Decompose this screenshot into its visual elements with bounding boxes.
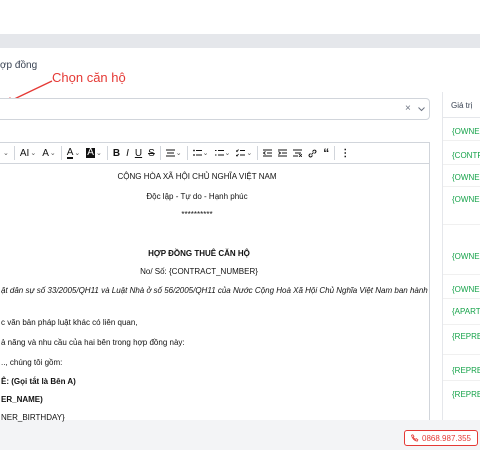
toolbar-divider [334,146,336,160]
toolbar-divider [106,146,108,160]
variable-item[interactable]: {CONTR [452,151,480,160]
variable-item[interactable]: {OWNER [452,252,480,261]
outdent-button[interactable] [260,143,275,163]
doc-motto: Độc lập - Tự do - Hạnh phúc [146,192,248,201]
top-bar [0,0,480,34]
more-options-button[interactable]: ⋮ [337,143,353,163]
doc-party-a: Ê: (Gọi tắt là Bên A) [1,377,76,386]
toolbar-divider [13,146,15,160]
breadcrumb[interactable]: ợp đồng [0,60,37,71]
toolbar-divider [257,146,259,160]
doc-legal-basis: ật dân sự số 33/2005/QH11 và Luật Nhà ở … [1,286,428,295]
doc-related-documents: c văn bản pháp luật khác có liên quan, [1,318,138,327]
variable-item[interactable]: {OWNER [452,173,480,182]
doc-national-title: CỘNG HÒA XÃ HỘI CHỦ NGHĨA VIỆT NAM [117,172,277,181]
toolbar-divider [159,146,161,160]
font-size-icon: AI [19,147,30,159]
document-editor[interactable]: CỘNG HÒA XÃ HỘI CHỦ NGHĨA VIỆT NAM Độc l… [0,164,430,422]
phone-number: 0868.987.355 [422,433,471,443]
doc-owner-birthday: NER_BIRTHDAY} [1,413,65,422]
doc-title: HỢP ĐỒNG THUÊ CĂN HỘ [148,249,250,258]
underline-button[interactable]: U [132,143,145,163]
variable-item[interactable]: {OWNER [452,195,480,204]
annotation-label: Chọn căn hộ [52,70,126,85]
chevron-down-icon[interactable] [418,107,425,112]
tab-strip [0,34,480,48]
outdent-icon [263,149,273,157]
variables-panel: Giá trị {OWNER {CONTR {OWNER {OWNER {OWN… [442,92,480,420]
panel-header: Giá trị [451,101,473,110]
align-button[interactable]: ⌄ [163,143,185,163]
indent-icon [278,149,288,157]
variable-item[interactable]: {OWNER [452,285,480,294]
phone-hotline-button[interactable]: 0868.987.355 [404,430,478,446]
align-icon [165,149,175,157]
font-size-button[interactable]: AI ⌄ [17,143,39,163]
bulleted-list-icon [192,149,202,156]
numbered-list-icon [214,150,224,156]
doc-ability-clause: ả năng và nhu cầu của hai bên trong hợp … [1,338,185,347]
doc-owner-name: ER_NAME) [1,395,43,404]
background-color-icon: A [86,147,95,158]
checklist-icon [236,149,246,157]
font-color-icon: A [66,146,74,159]
variable-item[interactable]: {OWNER [452,127,480,136]
text-height-icon: A [42,147,49,159]
checklist-button[interactable]: ⌄ [233,143,255,163]
text-height-button[interactable]: A ⌄ [39,143,59,163]
doc-parties: .., chúng tôi gồm: [1,358,63,367]
italic-button[interactable]: I [123,143,132,163]
variable-item[interactable]: {REPRE [452,390,480,399]
toolbar-divider [60,146,62,160]
bulleted-list-button[interactable]: ⌄ [190,143,212,163]
font-color-button[interactable]: A ⌄ [64,143,84,163]
indent-button[interactable] [275,143,290,163]
quote-button[interactable]: “ [320,143,332,163]
clear-icon[interactable]: × [405,103,411,114]
variable-item[interactable]: {REPRE [452,366,480,375]
variable-item[interactable]: {REPRE [452,332,480,341]
strikethrough-button[interactable]: S [145,143,158,163]
toolbar-divider [186,146,188,160]
doc-contract-number: No/ Số: {CONTRACT_NUMBER} [140,267,258,276]
link-icon [308,149,317,157]
link-button[interactable] [305,143,320,163]
background-color-button[interactable]: A ⌄ [83,143,105,163]
doc-separator: ********** [181,210,213,219]
numbered-list-button[interactable]: ⌄ [212,143,234,163]
phone-icon [411,434,419,442]
bold-button[interactable]: B [110,143,123,163]
remove-format-icon [293,149,303,157]
editor-toolbar: ⌄ AI ⌄ A ⌄ A ⌄ A ⌄ B I U S ⌄ ⌄ ⌄ ⌄ “ ⋮ [0,142,430,164]
panel-divider [443,117,480,118]
dropdown-button[interactable]: ⌄ [0,143,12,163]
apartment-select[interactable]: × [0,98,430,120]
variable-item[interactable]: {APART [452,307,480,316]
remove-format-button[interactable] [290,143,305,163]
